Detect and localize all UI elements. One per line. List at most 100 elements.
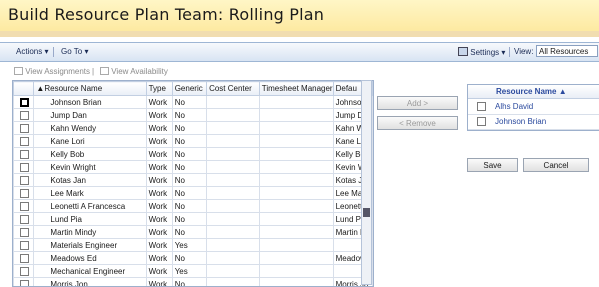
timesheet-manager-cell <box>259 239 333 252</box>
row-checkbox[interactable] <box>20 189 29 198</box>
resource-name-cell: Mechanical Engineer <box>34 265 146 278</box>
add-button[interactable]: Add > <box>377 96 458 110</box>
cost-center-cell <box>207 109 260 122</box>
settings-icon <box>458 47 468 56</box>
row-checkbox[interactable] <box>20 176 29 185</box>
save-button[interactable]: Save <box>467 158 518 172</box>
select-cell[interactable] <box>14 226 34 239</box>
row-checkbox[interactable] <box>20 202 29 211</box>
grid-header-row: ▲Resource Name Type Generic Cost Center … <box>14 82 373 96</box>
generic-cell: No <box>172 122 206 135</box>
select-cell[interactable] <box>14 122 34 135</box>
resource-name-cell: Morris Jon <box>34 278 146 287</box>
settings-label: Settings <box>470 48 499 57</box>
actions-menu[interactable]: Actions ▾ <box>16 47 48 56</box>
view-availability-icon <box>100 67 109 75</box>
table-row[interactable]: Kelly BobWorkNoKelly Bo <box>14 148 373 161</box>
team-row[interactable]: Johnson Brian <box>468 114 599 130</box>
resource-name-cell: Materials Engineer <box>34 239 146 252</box>
cost-center-cell <box>207 200 260 213</box>
select-cell[interactable] <box>14 109 34 122</box>
select-cell[interactable] <box>14 239 34 252</box>
select-cell[interactable] <box>14 135 34 148</box>
generic-cell: No <box>172 96 206 109</box>
table-row[interactable]: Leonetti A FrancescaWorkNoLeonetti <box>14 200 373 213</box>
table-row[interactable]: Martin MindyWorkNoMartin M <box>14 226 373 239</box>
team-row[interactable]: Alhs David <box>468 99 599 115</box>
row-checkbox[interactable] <box>20 150 29 159</box>
generic-cell: No <box>172 278 206 287</box>
table-row[interactable]: Johnson BrianWorkNoJohnson <box>14 96 373 109</box>
row-checkbox[interactable] <box>20 254 29 263</box>
cost-center-cell <box>207 278 260 287</box>
column-header-timesheet-manager[interactable]: Timesheet Manager <box>259 82 333 96</box>
row-checkbox[interactable] <box>20 137 29 146</box>
select-cell[interactable] <box>14 187 34 200</box>
select-cell[interactable] <box>14 278 34 287</box>
generic-cell: No <box>172 200 206 213</box>
row-checkbox[interactable] <box>20 111 29 120</box>
column-header-resource-name[interactable]: ▲Resource Name <box>34 82 146 96</box>
select-all-column-header[interactable] <box>14 82 34 96</box>
view-availability-button[interactable]: View Availability <box>100 67 168 76</box>
column-header-generic[interactable]: Generic <box>172 82 206 96</box>
menu-separator <box>509 47 510 57</box>
select-cell[interactable] <box>14 96 34 109</box>
column-header-cost-center[interactable]: Cost Center <box>207 82 260 96</box>
select-cell[interactable] <box>14 200 34 213</box>
team-row-checkbox[interactable] <box>477 117 486 126</box>
table-row[interactable]: Jump DanWorkNoJump De <box>14 109 373 122</box>
column-header-type[interactable]: Type <box>146 82 172 96</box>
settings-menu[interactable]: Settings ▾ <box>458 47 505 57</box>
table-row[interactable]: Kane LoriWorkNoKane Lo <box>14 135 373 148</box>
row-checkbox[interactable] <box>20 215 29 224</box>
cancel-button[interactable]: Cancel <box>523 158 589 172</box>
team-row-checkbox[interactable] <box>477 102 486 111</box>
goto-menu[interactable]: Go To ▾ <box>61 47 88 56</box>
view-assignments-icon <box>14 67 23 75</box>
view-assignments-button[interactable]: View Assignments <box>14 67 90 76</box>
row-checkbox[interactable] <box>20 98 29 107</box>
table-row[interactable]: Mechanical EngineerWorkYes <box>14 265 373 278</box>
table-row[interactable]: Kevin WrightWorkNoKevin W <box>14 161 373 174</box>
team-member-name: Alhs David <box>495 102 533 111</box>
row-checkbox[interactable] <box>20 280 29 287</box>
grid-scrollbar[interactable] <box>361 80 372 285</box>
type-cell: Work <box>146 213 172 226</box>
table-row[interactable]: Meadows EdWorkNoMeadow <box>14 252 373 265</box>
timesheet-manager-cell <box>259 200 333 213</box>
remove-button[interactable]: < Remove <box>377 116 458 130</box>
row-checkbox[interactable] <box>20 228 29 237</box>
select-cell[interactable] <box>14 265 34 278</box>
title-bar: Build Resource Plan Team: Rolling Plan <box>0 0 599 32</box>
generic-cell: No <box>172 161 206 174</box>
generic-cell: No <box>172 135 206 148</box>
table-row[interactable]: Kotas JanWorkNoKotas Ja <box>14 174 373 187</box>
select-cell[interactable] <box>14 213 34 226</box>
row-checkbox[interactable] <box>20 163 29 172</box>
triangle-up-icon: ▲ <box>559 87 567 96</box>
type-cell: Work <box>146 200 172 213</box>
table-row[interactable]: Materials EngineerWorkYes <box>14 239 373 252</box>
generic-cell: No <box>172 213 206 226</box>
select-cell[interactable] <box>14 161 34 174</box>
table-row[interactable]: Lee MarkWorkNoLee Mar <box>14 187 373 200</box>
row-checkbox[interactable] <box>20 241 29 250</box>
table-row[interactable]: Kahn WendyWorkNoKahn W <box>14 122 373 135</box>
select-cell[interactable] <box>14 174 34 187</box>
cost-center-cell <box>207 239 260 252</box>
select-cell[interactable] <box>14 252 34 265</box>
resource-name-cell: Jump Dan <box>34 109 146 122</box>
type-cell: Work <box>146 265 172 278</box>
table-row[interactable]: Lund PiaWorkNoLund Pia <box>14 213 373 226</box>
row-checkbox[interactable] <box>20 124 29 133</box>
table-row[interactable]: Morris JonWorkNoMorris Jo <box>14 278 373 287</box>
timesheet-manager-cell <box>259 96 333 109</box>
row-checkbox[interactable] <box>20 267 29 276</box>
type-cell: Work <box>146 226 172 239</box>
view-select[interactable]: All Resources <box>536 45 598 57</box>
select-cell[interactable] <box>14 148 34 161</box>
scrollbar-thumb[interactable] <box>363 208 370 217</box>
team-column-header[interactable]: Resource Name ▲ <box>496 87 567 96</box>
timesheet-manager-cell <box>259 278 333 287</box>
